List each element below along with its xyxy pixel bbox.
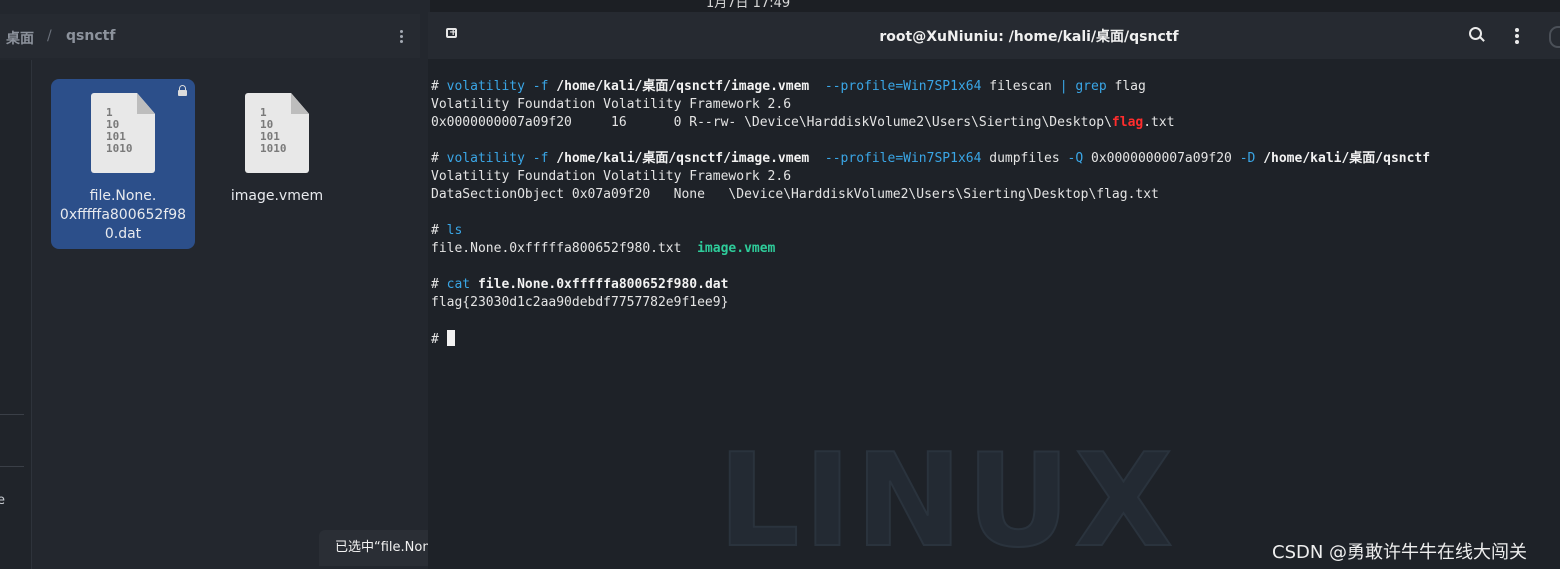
- terminal-text: -D: [1239, 151, 1256, 166]
- terminal-text: 0x0000000007a09f20: [1083, 151, 1240, 166]
- file-manager-header: 桌面 / qsnctf: [0, 14, 420, 58]
- terminal-text: /home/kali/桌面/qsnctf: [1263, 151, 1431, 166]
- terminal-text: -f: [524, 151, 557, 166]
- terminal-text: --profile=Win7SP1x64: [809, 79, 982, 94]
- binary-glyph-line: 1010: [260, 142, 287, 155]
- breadcrumb-desktop[interactable]: 桌面: [6, 28, 34, 48]
- terminal-titlebar: + root@XuNiuniu: /home/kali/桌面/qsnctf: [428, 12, 1560, 59]
- file-name: image.vmem: [230, 188, 324, 204]
- places-sidebar: e: [0, 60, 32, 569]
- terminal-text: cat: [446, 277, 471, 292]
- terminal-text: ls: [446, 223, 463, 238]
- terminal-text: dumpfiles: [981, 151, 1068, 166]
- terminal-text: |: [1059, 79, 1068, 94]
- sidebar-item-label[interactable]: e: [0, 493, 5, 508]
- terminal-output[interactable]: # volatility -f /home/kali/桌面/qsnctf/ima…: [431, 78, 1556, 563]
- terminal-text: flag: [1111, 115, 1144, 130]
- terminal-line: #: [431, 330, 455, 349]
- file-manager-window: 桌面 / qsnctf e 1 10 101 1010 file.None. 0…: [0, 0, 669, 569]
- lock-icon: [178, 85, 187, 96]
- file-name: file.None. 0xfffffa800652f98 0.dat: [59, 188, 187, 242]
- terminal-line: # ls: [431, 222, 462, 240]
- terminal-text: volatility: [446, 151, 525, 166]
- terminal-line: # cat file.None.0xfffffa800652f980.dat: [431, 276, 728, 294]
- terminal-text: file.None.0xfffffa800652f980.dat: [477, 277, 729, 292]
- terminal-line: # volatility -f /home/kali/桌面/qsnctf/ima…: [431, 150, 1430, 168]
- menu-icon[interactable]: [1514, 26, 1520, 46]
- top-bar-clock: 1月7日 17:49: [706, 0, 791, 11]
- terminal-text: Volatility Foundation Volatility Framewo…: [431, 97, 792, 112]
- sidebar-divider: [0, 414, 24, 415]
- file-item-dat[interactable]: 1 10 101 1010 file.None. 0xfffffa800652f…: [51, 79, 195, 249]
- terminal-line: 0x0000000007a09f20 16 0 R--rw- \Device\H…: [431, 114, 1175, 132]
- breadcrumb-qsnctf[interactable]: qsnctf: [66, 28, 115, 44]
- terminal-line: Volatility Foundation Volatility Framewo…: [431, 168, 791, 186]
- terminal-text: --profile=Win7SP1x64: [809, 151, 982, 166]
- terminal-window: + root@XuNiuniu: /home/kali/桌面/qsnctf LI…: [428, 12, 1560, 569]
- terminal-text: -Q: [1067, 151, 1084, 166]
- binary-file-icon: 1 10 101 1010: [91, 93, 155, 173]
- terminal-text: #: [431, 332, 447, 347]
- binary-file-icon: 1 10 101 1010: [245, 93, 309, 173]
- terminal-line: file.None.0xfffffa800652f980.txt image.v…: [431, 240, 775, 258]
- terminal-text: #: [431, 151, 447, 166]
- file-item-vmem[interactable]: 1 10 101 1010 image.vmem: [205, 79, 349, 249]
- terminal-text: .txt: [1143, 115, 1175, 130]
- binary-glyph-line: 1010: [106, 142, 133, 155]
- terminal-line: # volatility -f /home/kali/桌面/qsnctf/ima…: [431, 78, 1146, 96]
- terminal-text: /home/kali/桌面/qsnctf/image.vmem: [556, 79, 810, 94]
- terminal-line: flag{23030d1c2aa90debdf7757782e9f1ee9}: [431, 294, 728, 312]
- terminal-text: #: [431, 79, 447, 94]
- terminal-text: grep: [1075, 79, 1107, 94]
- terminal-text: 0x0000000007a09f20 16 0 R--rw- \Device\H…: [431, 115, 1112, 130]
- terminal-text: filescan: [981, 79, 1060, 94]
- terminal-text: /home/kali/桌面/qsnctf/image.vmem: [556, 151, 810, 166]
- terminal-cursor: [446, 330, 455, 346]
- csdn-credit-watermark: CSDN @勇敢许牛牛在线大闯关: [1272, 542, 1528, 563]
- terminal-title: root@XuNiuniu: /home/kali/桌面/qsnctf: [879, 29, 1179, 45]
- window-control-icon[interactable]: [1549, 26, 1560, 48]
- terminal-text: volatility: [446, 79, 525, 94]
- terminal-line: DataSectionObject 0x07a09f20 None \Devic…: [431, 186, 1159, 204]
- sidebar-divider: [0, 466, 24, 467]
- terminal-text: #: [431, 223, 447, 238]
- terminal-text: file.None.0xfffffa800652f980.txt: [431, 241, 698, 256]
- breadcrumb-separator: /: [47, 28, 52, 44]
- terminal-text: Volatility Foundation Volatility Framewo…: [431, 169, 792, 184]
- search-icon[interactable]: [1469, 27, 1485, 43]
- terminal-text: flag{23030d1c2aa90debdf7757782e9f1ee9}: [431, 295, 729, 310]
- terminal-text: image.vmem: [697, 241, 776, 256]
- terminal-text: -f: [524, 79, 557, 94]
- more-options-icon[interactable]: [395, 26, 407, 48]
- terminal-line: Volatility Foundation Volatility Framewo…: [431, 96, 791, 114]
- terminal-text: DataSectionObject 0x07a09f20 None \Devic…: [431, 187, 1159, 202]
- terminal-text: flag: [1106, 79, 1146, 94]
- terminal-text: #: [431, 277, 447, 292]
